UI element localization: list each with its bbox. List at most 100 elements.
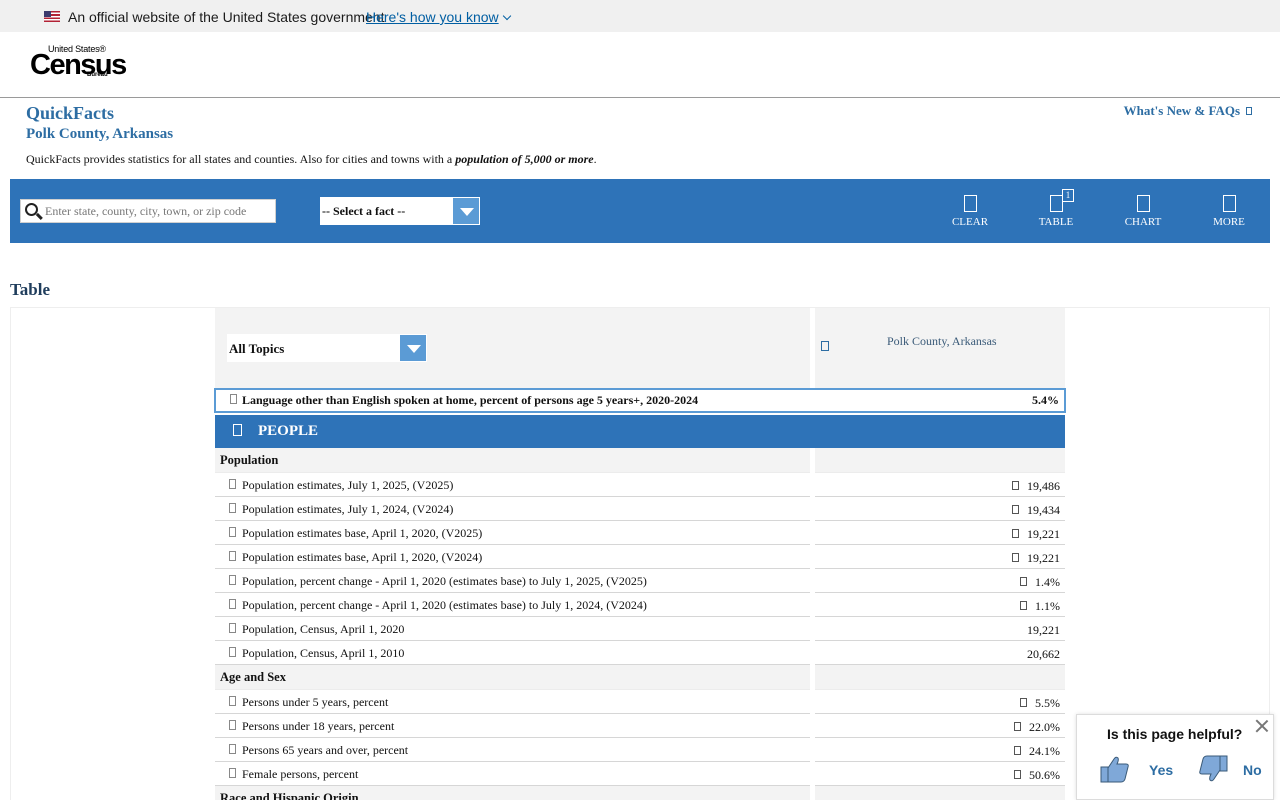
table-row[interactable]: Population estimates base, April 1, 2020… — [215, 545, 1065, 569]
search-input[interactable] — [45, 200, 273, 222]
feedback-no-button[interactable]: No — [1197, 753, 1275, 787]
description-prefix: QuickFacts provides statistics for all s… — [26, 152, 456, 166]
site-header: United States® Census Bureau — [0, 32, 1280, 98]
thumbs-up-icon — [1100, 756, 1129, 783]
fact-label: Population estimates, July 1, 2025, (V20… — [242, 478, 454, 492]
quickfacts-title[interactable]: QuickFacts — [26, 103, 114, 124]
feedback-widget: Is this page helpful? Yes No — [1076, 714, 1274, 800]
people-section-header[interactable]: PEOPLE — [215, 415, 1065, 448]
row-value-cell: 1.4% — [815, 569, 1065, 593]
row-value-cell: 19,221 — [815, 545, 1065, 569]
row-label-cell: Population estimates base, April 1, 2020… — [215, 521, 810, 545]
topics-dropdown-icon[interactable] — [399, 334, 427, 362]
table-row[interactable]: Persons under 18 years, percent 22.0% — [215, 714, 1065, 738]
row-value-cell — [815, 786, 1065, 800]
estimate-flag-icon[interactable] — [1012, 505, 1019, 514]
fact-value: 20,662 — [1027, 647, 1060, 661]
table-row[interactable]: Population estimates base, April 1, 2020… — [215, 521, 1065, 545]
whats-new-link[interactable]: What's New & FAQs — [1124, 103, 1252, 119]
table-button[interactable]: 1 TABLE — [1026, 189, 1086, 235]
fact-select[interactable]: -- Select a fact -- — [320, 197, 480, 225]
heres-how-you-know-link[interactable]: Here's how you know — [366, 9, 511, 25]
info-icon[interactable] — [229, 527, 236, 537]
info-icon[interactable] — [229, 768, 236, 778]
row-label-cell: Population estimates base, April 1, 2020… — [215, 545, 810, 569]
fact-select-dropdown-icon[interactable] — [452, 197, 480, 225]
fact-value: 19,221 — [1027, 527, 1060, 541]
row-value-cell: 1.1% — [815, 593, 1065, 617]
fact-value: 19,486 — [1027, 479, 1060, 493]
feedback-yes-button[interactable]: Yes — [1099, 753, 1189, 787]
info-icon[interactable] — [229, 479, 236, 489]
row-value-cell — [815, 665, 1065, 690]
info-icon[interactable] — [229, 551, 236, 561]
info-icon[interactable] — [229, 647, 236, 657]
estimate-flag-icon[interactable] — [1012, 529, 1019, 538]
row-value-cell: 20,662 — [815, 641, 1065, 665]
quickfacts-description: QuickFacts provides statistics for all s… — [26, 152, 597, 167]
chart-button[interactable]: CHART — [1113, 195, 1173, 235]
row-value-cell: 50.6% — [815, 762, 1065, 786]
table-row[interactable]: Persons 65 years and over, percent 24.1% — [215, 738, 1065, 762]
topics-select[interactable]: All Topics — [227, 334, 427, 362]
row-label-cell: Race and Hispanic Origin — [215, 786, 810, 800]
table-section-row: Age and Sex — [215, 665, 1065, 690]
estimate-flag-icon[interactable] — [1014, 746, 1021, 755]
table-label: TABLE — [1038, 216, 1074, 228]
heres-how-you-know-label: Here's how you know — [366, 9, 499, 25]
fact-label: Population, Census, April 1, 2020 — [242, 622, 405, 636]
table-row[interactable]: Persons under 5 years, percent 5.5% — [215, 690, 1065, 714]
row-value-cell: 19,434 — [815, 497, 1065, 521]
row-label-cell: Population, Census, April 1, 2010 — [215, 641, 810, 665]
fact-label: Population estimates base, April 1, 2020… — [242, 550, 483, 564]
info-icon[interactable] — [229, 503, 236, 513]
estimate-flag-icon[interactable] — [1020, 577, 1027, 586]
estimate-flag-icon[interactable] — [1020, 698, 1027, 707]
info-icon[interactable] — [229, 744, 236, 754]
table-row[interactable]: Population, percent change - April 1, 20… — [215, 569, 1065, 593]
info-icon[interactable] — [229, 575, 236, 585]
table-row[interactable]: Population, percent change - April 1, 20… — [215, 593, 1065, 617]
estimate-flag-icon[interactable] — [1014, 722, 1021, 731]
more-icon — [1222, 195, 1236, 212]
fact-value: 22.0% — [1029, 720, 1060, 734]
column-header-polk-county[interactable]: Polk County, Arkansas — [887, 334, 1007, 349]
chart-icon — [1136, 195, 1150, 212]
gov-banner: An official website of the United States… — [0, 0, 1280, 32]
feedback-no-label: No — [1243, 762, 1262, 778]
info-icon[interactable] — [229, 599, 236, 609]
external-link-icon — [1246, 107, 1252, 115]
feedback-question: Is this page helpful? — [1107, 726, 1243, 742]
column-options-icon[interactable] — [821, 341, 829, 351]
whats-new-label: What's New & FAQs — [1123, 103, 1240, 118]
estimate-flag-icon[interactable] — [1020, 601, 1027, 610]
highlighted-fact-value: 5.4% — [1032, 393, 1059, 407]
search-icon[interactable] — [25, 203, 38, 216]
estimate-flag-icon[interactable] — [1012, 553, 1019, 562]
info-icon[interactable] — [229, 623, 236, 633]
info-icon[interactable] — [230, 394, 237, 404]
highlighted-fact-row[interactable]: Language other than English spoken at ho… — [214, 388, 1066, 413]
row-label-cell: Population — [215, 448, 810, 473]
more-button[interactable]: MORE — [1199, 195, 1259, 235]
clear-icon — [963, 195, 977, 212]
table-row[interactable]: Population estimates, July 1, 2025, (V20… — [215, 473, 1065, 497]
more-label: MORE — [1213, 216, 1245, 228]
info-icon[interactable] — [229, 696, 236, 706]
table-section-row: Population — [215, 448, 1065, 473]
table-row[interactable]: Female persons, percent 50.6% — [215, 762, 1065, 786]
estimate-flag-icon[interactable] — [1012, 481, 1019, 490]
info-icon[interactable] — [229, 720, 236, 730]
chevron-down-icon — [502, 11, 511, 21]
fact-value: 5.5% — [1035, 696, 1060, 710]
row-label-cell: Female persons, percent — [215, 762, 810, 786]
census-logo[interactable]: United States® Census Bureau — [30, 44, 127, 84]
close-icon[interactable] — [1255, 719, 1269, 733]
clear-button[interactable]: CLEAR — [940, 195, 1000, 235]
fact-label: Population estimates, July 1, 2024, (V20… — [242, 502, 454, 516]
table-row[interactable]: Population, Census, April 1, 2020 19,221 — [215, 617, 1065, 641]
section-toggle-icon[interactable] — [233, 424, 242, 436]
table-row[interactable]: Population, Census, April 1, 2010 20,662 — [215, 641, 1065, 665]
estimate-flag-icon[interactable] — [1014, 770, 1021, 779]
table-row[interactable]: Population estimates, July 1, 2024, (V20… — [215, 497, 1065, 521]
